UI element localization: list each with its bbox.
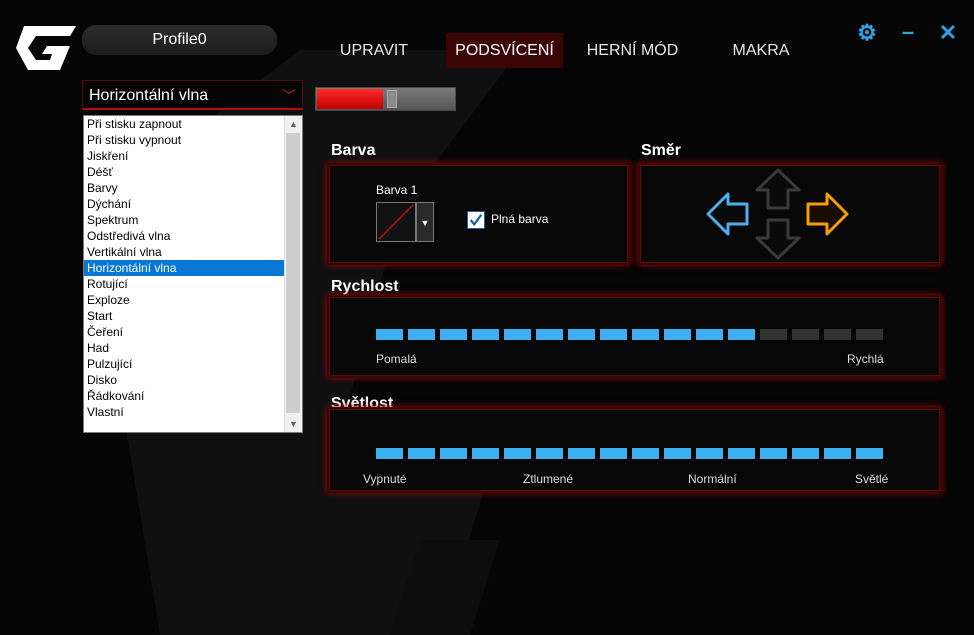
effect-option[interactable]: Jiskření [84, 148, 285, 164]
up-arrow-icon[interactable] [755, 168, 801, 210]
solid-color-checkbox[interactable] [467, 211, 485, 229]
solid-color-label: Plná barva [491, 212, 549, 226]
effect-option[interactable]: Dýchání [84, 196, 285, 212]
speed-segment[interactable] [696, 329, 723, 340]
effect-option[interactable]: Déšť [84, 164, 285, 180]
speed-level-bar[interactable] [376, 329, 886, 340]
brightness-segment[interactable] [696, 448, 723, 459]
effect-option[interactable]: Čeření [84, 324, 285, 340]
speed-segment[interactable] [600, 329, 627, 340]
brightness-label-normal: Normální [688, 472, 737, 486]
right-arrow-icon[interactable] [805, 191, 849, 237]
effect-option[interactable]: Vlastní [84, 404, 285, 420]
brightness-label-off: Vypnuté [363, 472, 407, 486]
brightness-segment[interactable] [664, 448, 691, 459]
brightness-segment[interactable] [856, 448, 883, 459]
speed-segment[interactable] [792, 329, 819, 340]
effect-option[interactable]: Disko [84, 372, 285, 388]
minimize-icon[interactable]: – [897, 21, 919, 44]
effect-options: Při stisku zapnout Při stisku vypnout Jisk… [84, 116, 285, 420]
effect-option[interactable]: Rotující [84, 276, 285, 292]
scrollbar-thumb[interactable] [286, 133, 300, 413]
speed-segment[interactable] [664, 329, 691, 340]
speed-segment[interactable] [376, 329, 403, 340]
left-arrow-icon[interactable] [706, 191, 750, 237]
effect-option[interactable]: Spektrum [84, 212, 285, 228]
effect-listbox[interactable]: Při stisku zapnout Při stisku vypnout Jisk… [83, 115, 303, 433]
brightness-segment[interactable] [536, 448, 563, 459]
rychlost-heading: Rychlost [331, 278, 399, 295]
brightness-segment[interactable] [408, 448, 435, 459]
brightness-segment[interactable] [472, 448, 499, 459]
speed-segment[interactable] [472, 329, 499, 340]
brightness-segment[interactable] [504, 448, 531, 459]
brightness-label-dim: Ztlumené [523, 472, 574, 486]
scroll-up-icon[interactable]: ▲ [285, 116, 302, 132]
color1-label: Barva 1 [376, 183, 418, 197]
speed-segment[interactable] [568, 329, 595, 340]
effect-option[interactable]: Při stisku zapnout [84, 116, 285, 132]
tab-herni-mod[interactable]: HERNÍ MÓD [580, 33, 685, 68]
close-icon[interactable]: ✕ [937, 22, 959, 44]
down-arrow-icon[interactable] [755, 218, 801, 260]
effect-dropdown[interactable]: Horizontální vlna ﹀ [82, 80, 303, 110]
effect-option[interactable]: Pulzující [84, 356, 285, 372]
chevron-down-icon: ﹀ [282, 88, 296, 104]
brightness-segment[interactable] [824, 448, 851, 459]
speed-segment[interactable] [440, 329, 467, 340]
brand-logo-icon [16, 26, 76, 70]
brightness-segment[interactable] [728, 448, 755, 459]
speed-segment[interactable] [536, 329, 563, 340]
color1-swatch[interactable] [376, 202, 416, 242]
barva-heading: Barva [331, 142, 376, 159]
scroll-down-icon[interactable]: ▼ [285, 416, 302, 432]
caret-down-icon[interactable]: ▼ [416, 202, 434, 242]
brightness-label-bright: Světlé [855, 472, 889, 486]
speed-segment[interactable] [760, 329, 787, 340]
speed-max-label: Rychlá [847, 352, 884, 366]
effect-option[interactable]: Start [84, 308, 285, 324]
tab-makra[interactable]: MAKRA [722, 33, 800, 68]
effect-dropdown-value: Horizontální vlna [89, 87, 209, 104]
brightness-segment[interactable] [600, 448, 627, 459]
brightness-segment[interactable] [568, 448, 595, 459]
effect-option[interactable]: Při stisku vypnout [84, 132, 285, 148]
brightness-segment[interactable] [792, 448, 819, 459]
profile-selector[interactable]: Profile0 [82, 25, 277, 55]
speed-segment[interactable] [504, 329, 531, 340]
speed-segment[interactable] [632, 329, 659, 340]
speed-segment[interactable] [856, 329, 883, 340]
slider-handle[interactable] [387, 90, 397, 108]
tab-podsviceni[interactable]: PODSVÍCENÍ [446, 33, 563, 68]
effect-option[interactable]: Vertikální vlna [84, 244, 285, 260]
speed-segment[interactable] [408, 329, 435, 340]
brightness-segment[interactable] [632, 448, 659, 459]
speed-min-label: Pomalá [376, 352, 417, 366]
speed-segment[interactable] [728, 329, 755, 340]
brightness-segment[interactable] [376, 448, 403, 459]
slider-fill [317, 89, 383, 109]
effect-option[interactable]: Řádkování [84, 388, 285, 404]
gear-icon[interactable]: ⚙ [856, 22, 878, 44]
tab-upravit[interactable]: UPRAVIT [330, 33, 418, 68]
effect-option[interactable]: Exploze [84, 292, 285, 308]
lighting-level-slider[interactable] [315, 87, 456, 111]
smer-heading: Směr [641, 142, 682, 159]
effect-option[interactable]: Barvy [84, 180, 285, 196]
speed-segment[interactable] [824, 329, 851, 340]
brightness-level-bar[interactable] [376, 448, 886, 459]
effect-option[interactable]: Had [84, 340, 285, 356]
brightness-segment[interactable] [440, 448, 467, 459]
effect-option[interactable]: Odstředivá vlna [84, 228, 285, 244]
effect-option[interactable]: Horizontální vlna [84, 260, 285, 276]
brightness-segment[interactable] [760, 448, 787, 459]
listbox-scrollbar[interactable]: ▲ ▼ [284, 116, 302, 432]
